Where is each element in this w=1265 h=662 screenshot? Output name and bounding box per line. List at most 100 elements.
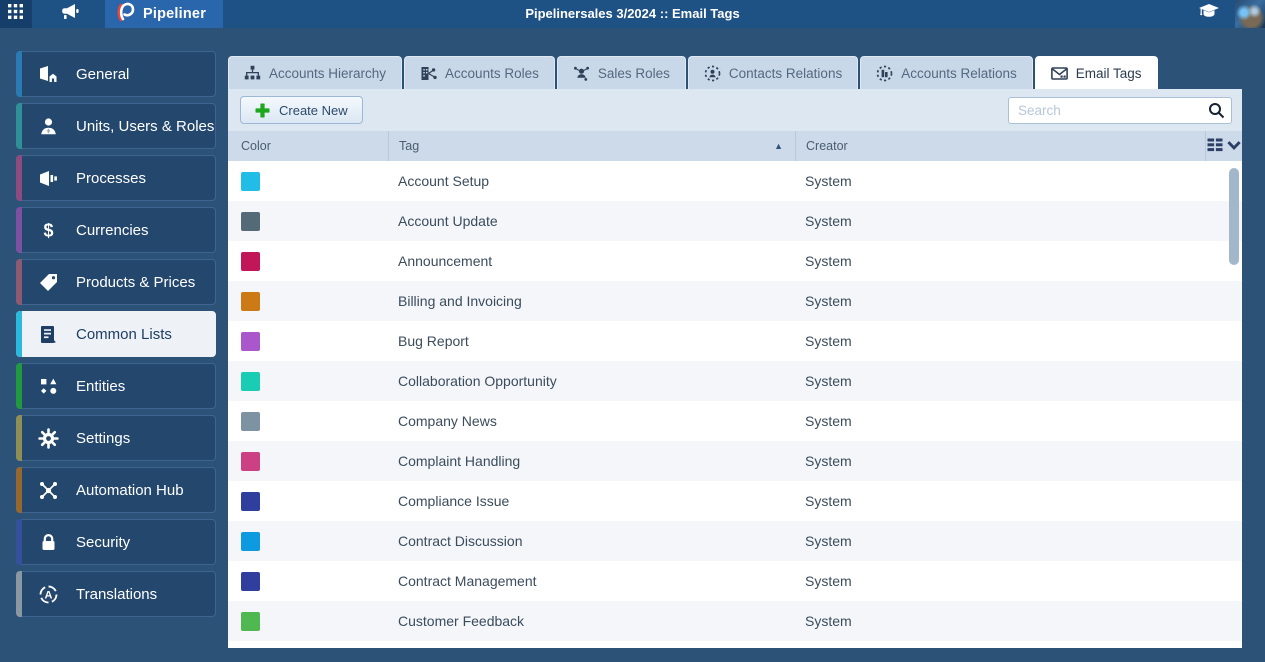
tag-cell: Announcement [398, 253, 493, 269]
sidebar-item-label: Processes [76, 169, 147, 187]
create-new-label: Create New [279, 102, 348, 118]
plus-icon [255, 103, 270, 118]
creator-cell: System [805, 613, 852, 629]
search-icon[interactable] [1208, 102, 1225, 119]
search-input[interactable] [1008, 96, 1232, 124]
user-avatar[interactable] [1235, 0, 1265, 28]
sidebar-item-label: Units, Users & Roles [76, 117, 215, 135]
sidebar-item-accent [16, 415, 22, 461]
table-row[interactable]: Billing and Invoicing System [228, 281, 1242, 321]
sidebar-item-processes[interactable]: Processes [16, 155, 216, 201]
tag-color-swatch [241, 411, 260, 431]
pipeliner-logo [114, 1, 136, 28]
table-row[interactable]: Announcement System [228, 241, 1242, 281]
column-header-tag[interactable]: Tag ▲ [388, 131, 795, 161]
announcements-button[interactable] [31, 0, 105, 28]
sidebar-item-entities[interactable]: Entities [16, 363, 216, 409]
tab-label: Accounts Relations [901, 65, 1017, 81]
sidebar-item-general[interactable]: General [16, 51, 216, 97]
tag-color-swatch [241, 331, 260, 351]
tab-accounts-roles[interactable]: Accounts Roles [404, 56, 555, 89]
table-row[interactable]: Customer Feedback System [228, 601, 1242, 641]
tag-cell: Customer Feedback [398, 613, 525, 629]
sidebar-item-label: Currencies [76, 221, 149, 239]
apps-grid-icon [8, 4, 23, 24]
color-cell [228, 331, 388, 351]
tag-color-swatch [241, 451, 260, 471]
tag-cell: Company News [398, 413, 497, 429]
color-cell [228, 491, 388, 511]
sidebar-item-label: Common Lists [76, 325, 172, 343]
sidebar-item-currencies[interactable]: $ Currencies [16, 207, 216, 253]
table-row[interactable]: Contract Discussion System [228, 521, 1242, 561]
table-row[interactable]: Collaboration Opportunity System [228, 361, 1242, 401]
sidebar-item-label: Automation Hub [76, 481, 184, 499]
sidebar-item-common-lists[interactable]: Common Lists [16, 311, 216, 357]
main-content: Accounts Hierarchy Accounts Roles Sales … [228, 56, 1242, 648]
toolbar: Create New [228, 89, 1242, 131]
creator-cell: System [805, 333, 852, 349]
creator-cell: System [805, 253, 852, 269]
tag-color-swatch [241, 611, 260, 631]
table-row[interactable]: Contract Management System [228, 561, 1242, 601]
column-header-color[interactable]: Color [228, 139, 388, 153]
table-row[interactable]: Company News System [228, 401, 1242, 441]
creator-cell: System [805, 293, 852, 309]
sidebar-item-accent [16, 311, 22, 357]
academy-button[interactable] [1183, 0, 1235, 28]
general-icon [38, 64, 59, 85]
table-row[interactable]: Account Update System [228, 201, 1242, 241]
creator-cell: System [805, 453, 852, 469]
creator-cell: System [805, 493, 852, 509]
vertical-scrollbar[interactable] [1229, 168, 1239, 265]
brand-name: Pipeliner [143, 6, 207, 22]
sidebar-item-security[interactable]: Security [16, 519, 216, 565]
table-row[interactable]: Account Setup System [228, 161, 1242, 201]
accounts-relations-icon [876, 65, 893, 82]
sidebar-item-label: Products & Prices [76, 273, 196, 291]
apps-grid-button[interactable] [0, 0, 31, 28]
sidebar-item-translations[interactable]: A Translations [16, 571, 216, 617]
tab-accounts-relations[interactable]: Accounts Relations [860, 56, 1033, 89]
table-row[interactable]: Complaint Handling System [228, 441, 1242, 481]
sidebar-item-products-prices[interactable]: Products & Prices [16, 259, 216, 305]
tag-cell: Billing and Invoicing [398, 293, 522, 309]
svg-text:$: $ [43, 220, 53, 240]
sidebar-item-accent [16, 363, 22, 409]
tag-cell: Compliance Issue [398, 493, 510, 509]
sidebar-item-automation-hub[interactable]: Automation Hub [16, 467, 216, 513]
table-body: Account Setup System Account Update Syst… [228, 161, 1242, 648]
tag-cell: Account Setup [398, 173, 490, 189]
tab-label: Accounts Hierarchy [269, 65, 387, 81]
creator-cell: System [805, 373, 852, 389]
create-new-button[interactable]: Create New [240, 96, 363, 124]
sidebar-item-label: General [76, 65, 130, 83]
common-lists-icon [38, 324, 59, 345]
tab-contacts-relations[interactable]: Contacts Relations [687, 56, 859, 89]
sidebar-item-label: Translations [76, 585, 158, 603]
sidebar-item-accent [16, 467, 22, 513]
sidebar-item-units-users-roles[interactable]: Units, Users & Roles [16, 103, 216, 149]
top-bar: Pipeliner Pipelinersales 3/2024 :: Email… [0, 0, 1265, 28]
tag-color-swatch [241, 571, 260, 591]
column-options-button[interactable] [1205, 131, 1242, 161]
tab-accounts-hierarchy[interactable]: Accounts Hierarchy [228, 56, 403, 89]
sidebar-item-settings[interactable]: Settings [16, 415, 216, 461]
email-tags-icon [1050, 65, 1068, 82]
tab-sales-roles[interactable]: Sales Roles [556, 56, 686, 89]
chevron-down-icon [1226, 137, 1242, 156]
sidebar-item-label: Entities [76, 377, 126, 395]
table-row[interactable]: Compliance Issue System [228, 481, 1242, 521]
tag-color-swatch [241, 491, 260, 511]
tag-cell: Contract Discussion [398, 533, 523, 549]
creator-cell: System [805, 533, 852, 549]
tag-color-swatch [241, 171, 260, 191]
table-row[interactable]: Bug Report System [228, 321, 1242, 361]
column-header-creator[interactable]: Creator [795, 131, 1205, 161]
tab-email-tags[interactable]: Email Tags [1034, 56, 1158, 89]
tag-cell: Complaint Handling [398, 453, 521, 469]
admin-sidebar: General Units, Users & Roles Processes $… [16, 51, 216, 623]
pipeliner-logo-home[interactable]: Pipeliner [105, 0, 223, 28]
tag-color-swatch [241, 251, 260, 271]
tag-color-swatch [241, 291, 260, 311]
